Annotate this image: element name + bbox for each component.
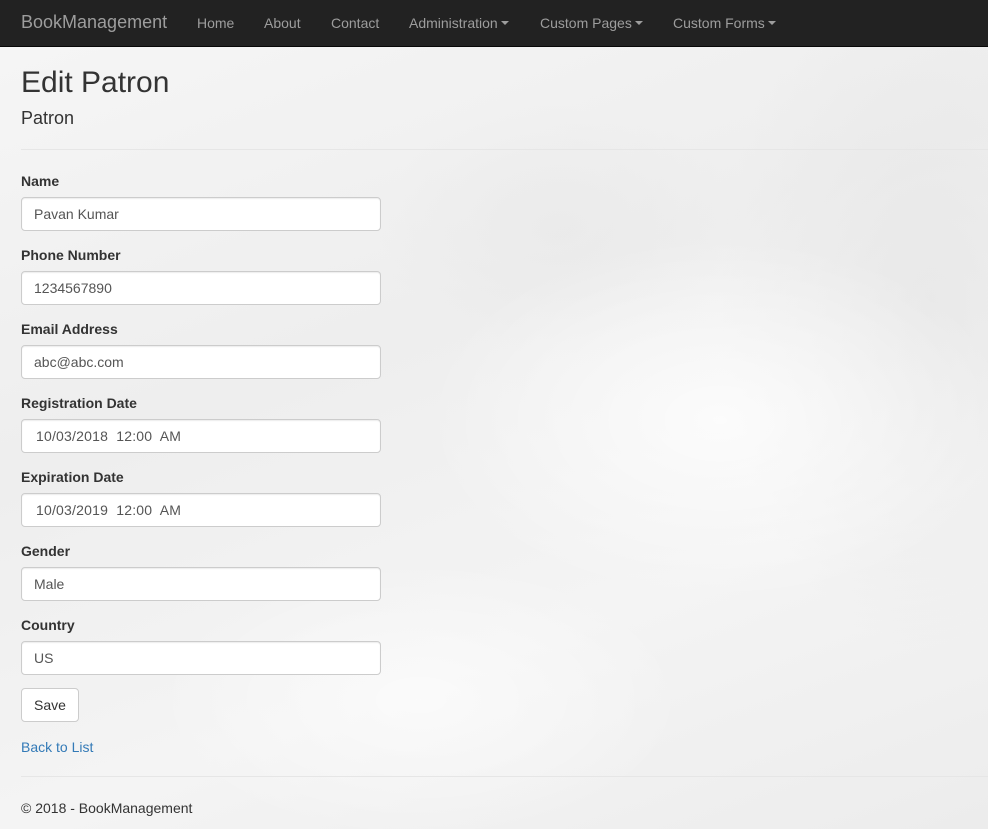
top-navbar: BookManagement Home About Contact Admini…	[0, 0, 988, 47]
nav-contact[interactable]: Contact	[331, 14, 379, 32]
footer-divider	[21, 776, 988, 777]
form-group-registration-date: Registration Date	[21, 395, 381, 453]
nav-about[interactable]: About	[264, 14, 301, 32]
caret-down-icon	[500, 21, 509, 26]
gender-input[interactable]	[21, 567, 381, 601]
form-group-email: Email Address	[21, 321, 381, 379]
form-group-phone: Phone Number	[21, 247, 381, 305]
nav-custom-pages-dropdown[interactable]: Custom Pages	[540, 14, 643, 32]
caret-down-icon	[767, 21, 776, 26]
expiration-date-label: Expiration Date	[21, 469, 124, 485]
back-to-list-link[interactable]: Back to List	[21, 739, 93, 755]
nav-custom-forms-label: Custom Forms	[673, 15, 765, 31]
page-subtitle: Patron	[21, 108, 75, 128]
email-input[interactable]	[21, 345, 381, 379]
form-group-expiration-date: Expiration Date	[21, 469, 381, 527]
save-button[interactable]: Save	[21, 688, 79, 722]
nav-custom-pages-label: Custom Pages	[540, 15, 632, 31]
phone-input[interactable]	[21, 271, 381, 305]
phone-label: Phone Number	[21, 247, 121, 263]
registration-date-input[interactable]	[21, 419, 381, 453]
form-group-country: Country	[21, 617, 381, 675]
email-label: Email Address	[21, 321, 118, 337]
nav-administration-dropdown[interactable]: Administration	[409, 14, 509, 32]
caret-down-icon	[634, 21, 643, 26]
page-title: Edit Patron	[21, 66, 170, 99]
name-input[interactable]	[21, 197, 381, 231]
nav-administration-label: Administration	[409, 15, 498, 31]
name-label: Name	[21, 173, 60, 189]
expiration-date-input[interactable]	[21, 493, 381, 527]
gender-label: Gender	[21, 543, 71, 559]
form-group-gender: Gender	[21, 543, 381, 601]
nav-home[interactable]: Home	[197, 14, 234, 32]
brand-link[interactable]: BookManagement	[21, 12, 167, 32]
form-group-name: Name	[21, 173, 381, 231]
country-label: Country	[21, 617, 75, 633]
divider	[21, 149, 988, 150]
nav-custom-forms-dropdown[interactable]: Custom Forms	[673, 14, 776, 32]
registration-date-label: Registration Date	[21, 395, 137, 411]
country-input[interactable]	[21, 641, 381, 675]
footer-text: © 2018 - BookManagement	[21, 800, 193, 816]
